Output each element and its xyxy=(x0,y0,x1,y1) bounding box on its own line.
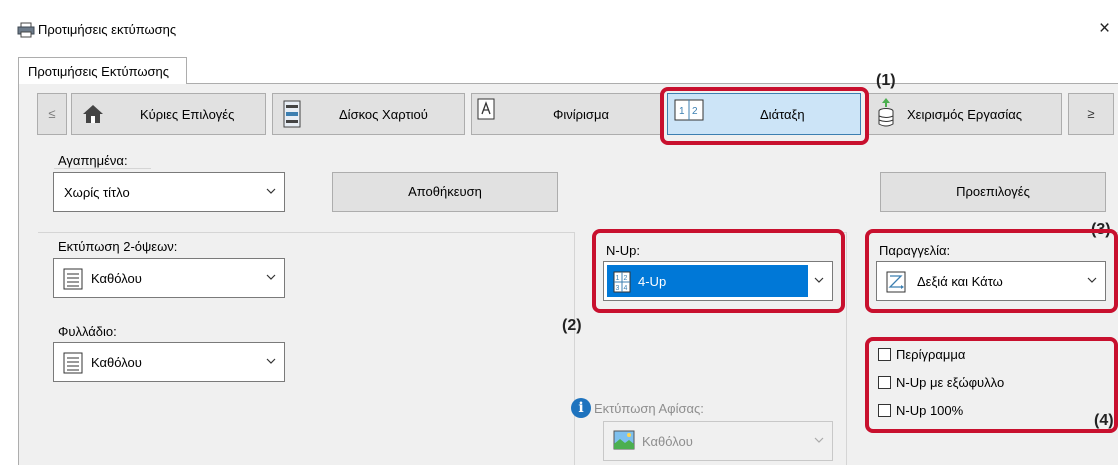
favorites-label: Αγαπημένα: xyxy=(58,153,128,168)
poster-value: Καθόλου xyxy=(642,434,693,449)
nav-next-button[interactable]: ≥ xyxy=(1068,93,1114,135)
nav-prev-button[interactable]: ≤ xyxy=(37,93,67,135)
job-handling-icon xyxy=(878,98,894,127)
chevron-down-icon xyxy=(814,437,824,443)
poster-label: Εκτύπωση Αφίσας: xyxy=(594,401,704,416)
house-icon xyxy=(83,105,103,123)
favorites-select[interactable]: Χωρίς τίτλο xyxy=(53,172,285,212)
tab-print-preferences[interactable]: Προτιμήσεις Εκτύπωσης xyxy=(18,57,187,84)
highlight-nup xyxy=(592,229,845,313)
highlight-checkboxes xyxy=(865,337,1118,433)
chevron-down-icon xyxy=(266,188,276,194)
nav-item-finishing[interactable]: Φινίρισμα xyxy=(471,93,661,135)
tab-label: Προτιμήσεις Εκτύπωσης xyxy=(28,64,170,79)
chevron-down-icon xyxy=(266,274,276,280)
nav-item-main[interactable]: Κύριες Επιλογές xyxy=(71,93,266,135)
booklet-value: Καθόλου xyxy=(91,355,142,370)
printer-icon xyxy=(17,22,35,38)
booklet-select[interactable]: Καθόλου xyxy=(53,342,285,382)
highlight-order xyxy=(865,229,1118,313)
nav-item-label: Χειρισμός Εργασίας xyxy=(907,107,1023,122)
paper-tray-icon xyxy=(283,100,301,128)
document-icon xyxy=(63,352,83,374)
callout-2: (2) xyxy=(562,317,582,334)
duplex-value: Καθόλου xyxy=(91,271,142,286)
nav-item-label: Δίσκος Χαρτιού xyxy=(339,107,428,122)
nav-item-job-handling[interactable]: Χειρισμός Εργασίας xyxy=(866,93,1062,135)
booklet-label: Φυλλάδιο: xyxy=(58,324,117,339)
callout-4: (4) xyxy=(1094,412,1114,429)
defaults-button[interactable]: Προεπιλογές xyxy=(880,172,1106,212)
poster-landscape-icon xyxy=(613,430,635,450)
callout-1: (1) xyxy=(876,72,896,89)
chevron-down-icon xyxy=(266,358,276,364)
duplex-label: Εκτύπωση 2-όψεων: xyxy=(58,239,178,254)
document-icon xyxy=(63,268,83,290)
highlight-layout-tab xyxy=(660,87,869,145)
nav-item-label: Φινίρισμα xyxy=(553,107,609,122)
nav-item-paper-tray[interactable]: Δίσκος Χαρτιού xyxy=(272,93,465,135)
finishing-icon xyxy=(477,98,495,120)
favorites-value: Χωρίς τίτλο xyxy=(64,185,130,200)
close-button[interactable]: × xyxy=(1099,18,1118,40)
poster-select: Καθόλου xyxy=(603,421,833,461)
window-title: Προτιμήσεις εκτύπωσης xyxy=(38,22,177,37)
duplex-select[interactable]: Καθόλου xyxy=(53,258,285,298)
nav-item-label: Κύριες Επιλογές xyxy=(140,107,235,122)
save-button[interactable]: Αποθήκευση xyxy=(332,172,558,212)
info-icon: i xyxy=(571,398,591,418)
